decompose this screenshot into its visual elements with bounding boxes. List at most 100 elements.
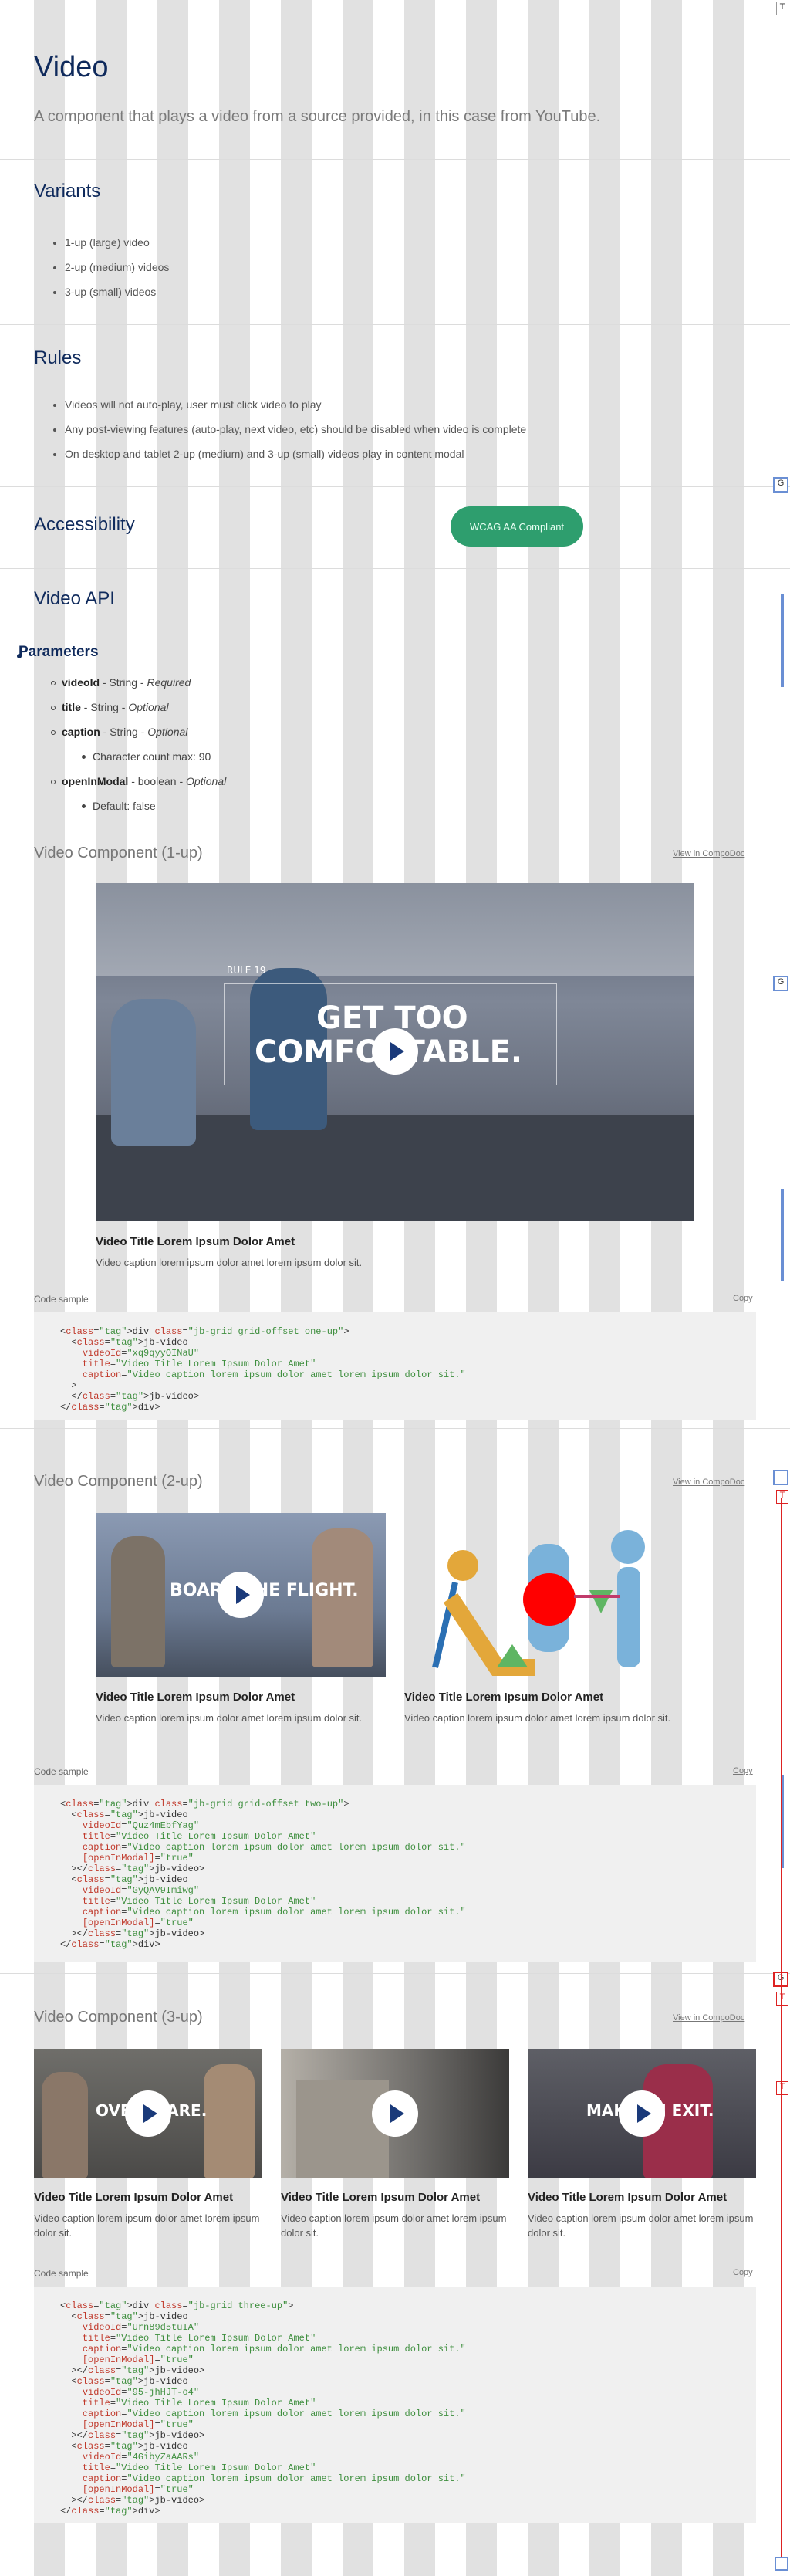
param-item: openInModal - boolean - Optional [62, 775, 226, 787]
divider [0, 1428, 790, 1429]
grid-column [713, 0, 744, 2576]
list-item: On desktop and tablet 2-up (medium) and … [65, 448, 526, 460]
play-icon[interactable] [619, 2090, 665, 2137]
video-title: Video Title Lorem Ipsum Dolor Amet [528, 2191, 728, 2204]
grid-column [404, 0, 435, 2576]
param-req: Optional [147, 726, 188, 738]
play-icon[interactable] [218, 1572, 264, 1618]
overlay-small-text: RULE 19 [227, 965, 266, 976]
param-item: videoId - String - Required [62, 676, 191, 689]
code-sample: <class="tag">div class="jb-grid three-up… [60, 2300, 466, 2517]
param-name: openInModal [62, 775, 129, 787]
list-item: 3-up (small) videos [65, 286, 169, 298]
grid-column [343, 0, 373, 2576]
divider [0, 1973, 790, 1974]
video-thumbnail[interactable]: RULE 19 GET TOO COMFORTABLE. [96, 883, 694, 1221]
list-item: 1-up (large) video [65, 236, 169, 249]
wcag-badge: WCAG AA Compliant [451, 506, 583, 547]
params-heading: Parameters [19, 644, 99, 660]
video-caption: Video caption lorem ipsum dolor amet lor… [96, 1257, 363, 1268]
rail-marker[interactable]: G [773, 976, 788, 991]
illustration-graphic [432, 1530, 645, 1676]
video-title: Video Title Lorem Ipsum Dolor Amet [34, 2191, 234, 2204]
divider [0, 159, 790, 160]
param-name: videoId [62, 676, 100, 689]
param-type: - boolean - [128, 775, 187, 787]
bullet-icon [51, 681, 56, 685]
video-thumbnail[interactable] [404, 1513, 694, 1677]
grid-column [157, 0, 188, 2576]
rail-marker[interactable] [775, 2557, 788, 2571]
grid-column [34, 0, 65, 2576]
rail-marker[interactable]: G [773, 477, 788, 493]
grid-overlay [0, 0, 790, 2576]
bullet-icon [82, 804, 86, 808]
view-compodoc-link[interactable]: View in CompoDoc [673, 1478, 744, 1487]
person-figure [204, 2064, 255, 2178]
param-item: title - String - Optional [62, 701, 169, 713]
variants-heading: Variants [34, 181, 101, 201]
rail-marker[interactable] [773, 1470, 788, 1485]
video-caption: Video caption lorem ipsum dolor amet lor… [34, 2212, 260, 2239]
grid-column [528, 0, 559, 2576]
list-item: Any post-viewing features (auto-play, ne… [65, 423, 526, 435]
code-sample-label: Code sample [34, 2268, 89, 2279]
divider [0, 324, 790, 325]
variants-list: 1-up (large) video 2-up (medium) videos … [34, 236, 169, 310]
play-icon[interactable] [125, 2090, 171, 2137]
api-heading: Video API [34, 588, 115, 609]
param-name: title [62, 701, 81, 713]
video-caption: Video caption lorem ipsum dolor amet lor… [281, 2212, 507, 2239]
video-thumbnail[interactable]: OVERSHARE. [34, 2049, 262, 2178]
rail-marker[interactable]: T [776, 1490, 788, 1504]
code-sample-label: Code sample [34, 1766, 89, 1777]
rules-heading: Rules [34, 347, 82, 368]
param-req: Required [147, 676, 191, 689]
param-req: Optional [186, 775, 227, 787]
copy-link[interactable]: Copy [733, 1294, 753, 1303]
video-thumbnail[interactable]: MAKE AN EXIT. [528, 2049, 756, 2178]
video-thumbnail[interactable]: BOARD THE FLIGHT. [96, 1513, 386, 1677]
grid-column [651, 0, 682, 2576]
page-subtitle: A component that plays a video from a so… [34, 108, 601, 125]
rail-marker[interactable]: T [776, 1992, 788, 2006]
param-item: caption - String - Optional [62, 726, 187, 738]
view-compodoc-link[interactable]: View in CompoDoc [673, 2013, 744, 2023]
copy-link[interactable]: Copy [733, 2268, 753, 2277]
view-compodoc-link[interactable]: View in CompoDoc [673, 849, 744, 858]
bullet-icon [51, 730, 56, 735]
grid-column [466, 0, 497, 2576]
two-up-heading: Video Component (2-up) [34, 1473, 203, 1490]
video-caption: Video caption lorem ipsum dolor amet lor… [528, 2212, 754, 2239]
page-title: Video [34, 51, 109, 83]
list-item: Videos will not auto-play, user must cli… [65, 398, 526, 411]
video-title: Video Title Lorem Ipsum Dolor Amet [281, 2191, 481, 2204]
three-up-heading: Video Component (3-up) [34, 2009, 203, 2026]
list-item: 2-up (medium) videos [65, 261, 169, 273]
person-figure [42, 2072, 88, 2178]
accessibility-heading: Accessibility [34, 514, 135, 535]
overlay-text: BOARD THE FLIGHT. [170, 1581, 359, 1600]
play-icon[interactable] [372, 1028, 418, 1075]
copy-link[interactable]: Copy [733, 1766, 753, 1775]
param-type: - String - [100, 726, 148, 738]
one-up-heading: Video Component (1-up) [34, 845, 203, 861]
grid-column [96, 0, 127, 2576]
code-sample-label: Code sample [34, 1294, 89, 1305]
bullet-icon [51, 706, 56, 710]
rail-line [781, 1498, 782, 2571]
divider [0, 486, 790, 487]
rail-scroll-indicator [781, 594, 784, 687]
rules-list: Videos will not auto-play, user must cli… [34, 398, 526, 472]
person-figure [111, 1536, 165, 1667]
play-icon[interactable] [372, 2090, 418, 2137]
video-title: Video Title Lorem Ipsum Dolor Amet [404, 1691, 604, 1704]
divider [0, 568, 790, 569]
video-thumbnail[interactable] [281, 2049, 509, 2178]
tool-button[interactable]: T [776, 2, 788, 15]
bullet-icon [51, 780, 56, 784]
rail-marker[interactable]: T [776, 2081, 788, 2095]
code-sample: <class="tag">div class="jb-grid grid-off… [60, 1326, 466, 1413]
bullet-icon [82, 755, 86, 759]
code-sample: <class="tag">div class="jb-grid grid-off… [60, 1799, 466, 1950]
